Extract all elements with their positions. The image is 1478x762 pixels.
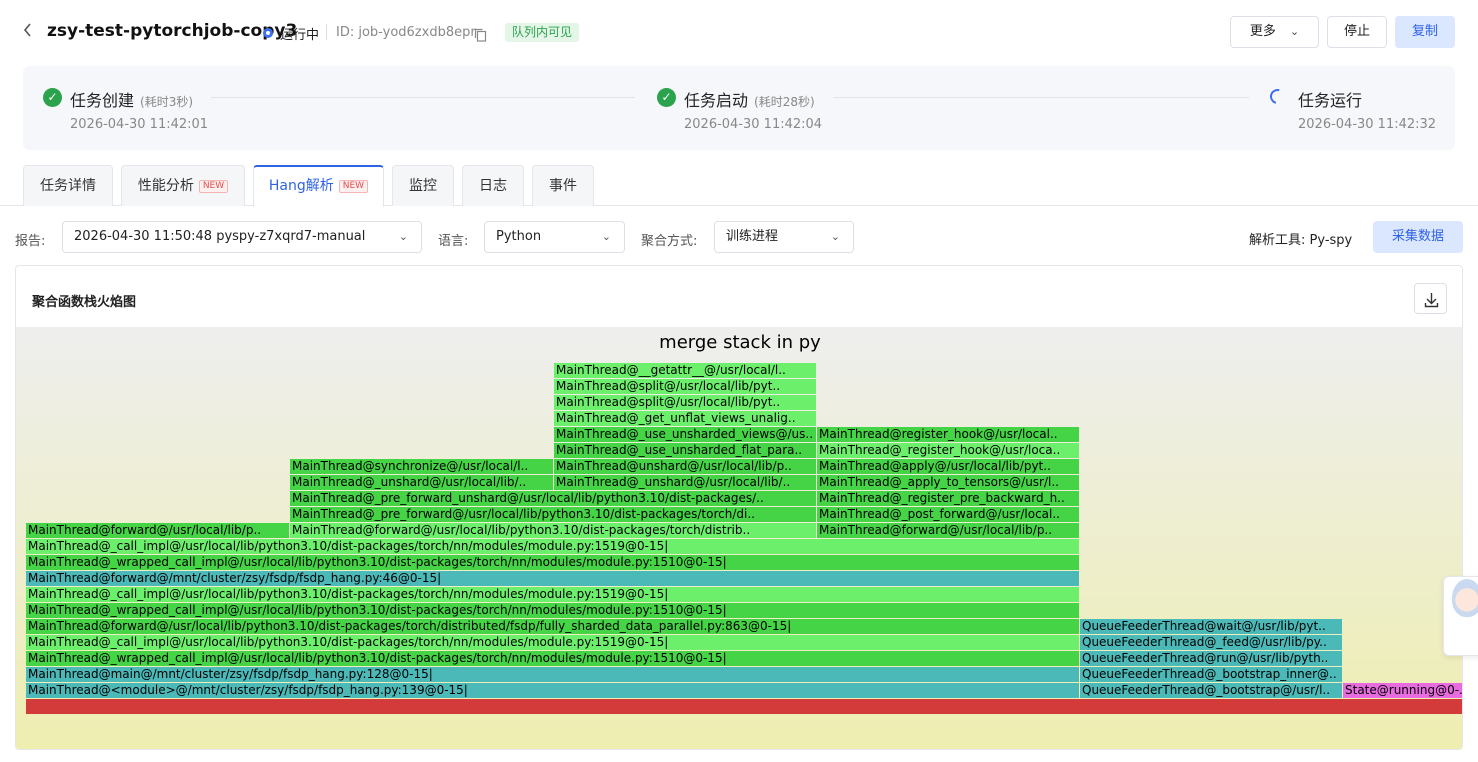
flame-graph-title: merge stack in py — [659, 332, 821, 353]
aggregate-select[interactable]: 训练进程 ⌄ — [714, 221, 854, 253]
flame-frame[interactable]: QueueFeederThread@_bootstrap_inner@.. — [1080, 667, 1342, 682]
flame-frame[interactable]: MainThread@_wrapped_call_impl@/usr/local… — [26, 555, 1079, 570]
flame-frame[interactable]: MainThread@_call_impl@/usr/local/lib/pyt… — [26, 539, 1079, 554]
flame-frame[interactable]: MainThread@__getattr__@/usr/local/l.. — [554, 363, 816, 378]
new-tag: NEW — [338, 180, 369, 193]
chevron-down-icon: ⌄ — [830, 230, 840, 243]
job-header: zsy-test-pytorchjob-copy3 运行中 ID: job-yo… — [0, 0, 1478, 64]
job-status: 运行中 — [280, 28, 320, 43]
more-button-label: 更多 — [1249, 24, 1276, 39]
tab-task-details[interactable]: 任务详情 — [23, 165, 113, 206]
flame-graph-panel: 聚合函数栈火焰图 merge stack in py MainThread@<m… — [15, 265, 1463, 750]
more-button[interactable]: 更多 ⌄ — [1230, 16, 1319, 48]
tab-logs[interactable]: 日志 — [462, 165, 524, 206]
step-create-time: 2026-04-30 11:42:01 — [70, 117, 209, 132]
panel-title: 聚合函数栈火焰图 — [32, 295, 137, 310]
step-start-time: 2026-04-30 11:42:04 — [684, 117, 823, 132]
chevron-down-icon: ⌄ — [601, 230, 611, 243]
flame-graph[interactable]: merge stack in py MainThread@<module>@/m… — [16, 327, 1462, 749]
flame-frame[interactable]: MainThread@apply@/usr/local/lib/pyt.. — [817, 459, 1079, 474]
language-select[interactable]: Python ⌄ — [484, 221, 625, 253]
tab-events[interactable]: 事件 — [532, 165, 594, 206]
assistant-face-icon — [1452, 579, 1478, 617]
step-connector — [833, 97, 1249, 98]
download-icon — [1424, 293, 1439, 308]
flame-frame[interactable]: MainThread@_post_forward@/usr/local.. — [817, 507, 1079, 522]
step-create-duration: (耗时3秒) — [140, 95, 194, 109]
stop-button[interactable]: 停止 — [1327, 16, 1387, 48]
flame-frame[interactable]: MainThread@_wrapped_call_impl@/usr/local… — [26, 603, 1079, 618]
flame-frame[interactable]: QueueFeederThread@run@/usr/lib/pyth.. — [1080, 651, 1342, 666]
flame-frame[interactable]: MainThread@synchronize@/usr/local/l.. — [290, 459, 553, 474]
flame-frame[interactable]: MainThread@split@/usr/local/lib/pyt.. — [554, 395, 816, 410]
flame-frame[interactable]: MainThread@<module>@/mnt/cluster/zsy/fsd… — [26, 683, 1079, 698]
flame-frame[interactable]: MainThread@_apply_to_tensors@/usr/l.. — [817, 475, 1079, 490]
flame-frame[interactable]: MainThread@_register_hook@/usr/loca.. — [817, 443, 1079, 458]
back-icon[interactable] — [22, 22, 40, 42]
check-circle-icon: ✓ — [657, 88, 676, 107]
step-connector — [211, 97, 635, 98]
flame-frame[interactable]: MainThread@unshard@/usr/local/lib/p.. — [554, 459, 816, 474]
flame-frame[interactable]: MainThread@_call_impl@/usr/local/lib/pyt… — [26, 635, 1079, 650]
tab-bar: 任务详情 性能分析 NEW Hang解析 NEW 监控 日志 事件 — [0, 165, 1478, 207]
collect-data-button[interactable]: 采集数据 — [1373, 221, 1463, 253]
step-run-title: 任务运行 — [1298, 91, 1363, 110]
flame-frame[interactable]: MainThread@_get_unflat_views_unalig.. — [554, 411, 816, 426]
language-label: 语言: — [438, 234, 469, 249]
step-run-time: 2026-04-30 11:42:32 — [1298, 117, 1437, 132]
flame-frame[interactable]: MainThread@_call_impl@/usr/local/lib/pyt… — [26, 587, 1079, 602]
chevron-down-icon: ⌄ — [398, 230, 408, 243]
divider — [326, 24, 327, 40]
job-progress-steps: ✓ 任务创建 (耗时3秒) 2026-04-30 11:42:01 ✓ 任务启动(… — [23, 66, 1455, 150]
flame-frame[interactable]: MainThread@_wrapped_call_impl@/usr/local… — [26, 651, 1079, 666]
flame-frame[interactable]: MainThread@_use_unsharded_flat_para.. — [554, 443, 816, 458]
flame-frame[interactable]: MainThread@_pre_forward_unshard@/usr/loc… — [290, 491, 816, 506]
flame-frame[interactable]: MainThread@_register_pre_backward_h.. — [817, 491, 1079, 506]
status-dot-icon — [263, 28, 273, 38]
tab-performance[interactable]: 性能分析 NEW — [121, 165, 245, 206]
tab-monitor[interactable]: 监控 — [392, 165, 454, 206]
parse-tool-text: 解析工具: Py-spy — [1249, 233, 1353, 248]
report-label: 报告: — [15, 234, 46, 249]
flame-frame[interactable]: MainThread@_pre_forward@/usr/local/lib/p… — [290, 507, 816, 522]
copy-icon[interactable] — [474, 27, 487, 42]
flame-frame[interactable]: MainThread@_use_unsharded_views@/us.. — [554, 427, 816, 442]
job-title: zsy-test-pytorchjob-copy3 — [47, 21, 298, 41]
flame-frame[interactable]: MainThread@forward@/usr/local/lib/python… — [290, 523, 816, 538]
flame-frame[interactable]: MainThread@forward@/usr/local/lib/p.. — [26, 523, 289, 538]
flame-frame[interactable]: QueueFeederThread@_feed@/usr/lib/py.. — [1080, 635, 1342, 650]
chevron-down-icon: ⌄ — [1289, 25, 1300, 38]
download-button[interactable] — [1414, 283, 1447, 314]
flame-frame[interactable]: MainThread@split@/usr/local/lib/pyt.. — [554, 379, 816, 394]
flame-frame[interactable]: QueueFeederThread@_bootstrap@/usr/l.. — [1080, 683, 1342, 698]
new-tag: NEW — [198, 180, 229, 193]
step-start-duration: (耗时28秒) — [754, 95, 815, 109]
step-start-title: 任务启动 (耗时28秒) — [684, 91, 815, 110]
tab-hang-analysis[interactable]: Hang解析 NEW — [253, 165, 384, 207]
flame-frame[interactable]: MainThread@forward@/usr/local/lib/p.. — [817, 523, 1079, 538]
assistant-avatar[interactable] — [1443, 576, 1478, 656]
flame-frame[interactable]: QueueFeederThread@wait@/usr/lib/pyt.. — [1080, 619, 1342, 634]
check-circle-icon: ✓ — [43, 88, 62, 107]
flame-frame[interactable]: MainThread@forward@/mnt/cluster/zsy/fsdp… — [26, 571, 1079, 586]
loading-spinner-icon — [1267, 86, 1288, 107]
flame-frame[interactable]: MainThread@_unshard@/usr/local/lib/.. — [554, 475, 816, 490]
flame-frame[interactable]: MainThread@register_hook@/usr/local.. — [817, 427, 1079, 442]
flame-frame[interactable] — [26, 699, 1462, 714]
visibility-badge: 队列内可见 — [505, 23, 580, 42]
step-create-title: 任务创建 (耗时3秒) — [70, 91, 194, 110]
flame-frame[interactable]: MainThread@main@/mnt/cluster/zsy/fsdp/fs… — [26, 667, 1079, 682]
flame-frame[interactable]: MainThread@forward@/usr/local/lib/python… — [26, 619, 1079, 634]
report-select[interactable]: 2026-04-30 11:50:48 pyspy-z7xqrd7-manual… — [62, 221, 422, 253]
flame-frame[interactable]: MainThread@_unshard@/usr/local/lib/.. — [290, 475, 553, 490]
job-id: ID: job-yod6zxdb8epr — [336, 25, 476, 40]
aggregate-label: 聚合方式: — [641, 234, 698, 249]
flame-frame[interactable]: State@running@0-.. — [1343, 683, 1462, 698]
copy-job-button[interactable]: 复制 — [1395, 16, 1455, 48]
